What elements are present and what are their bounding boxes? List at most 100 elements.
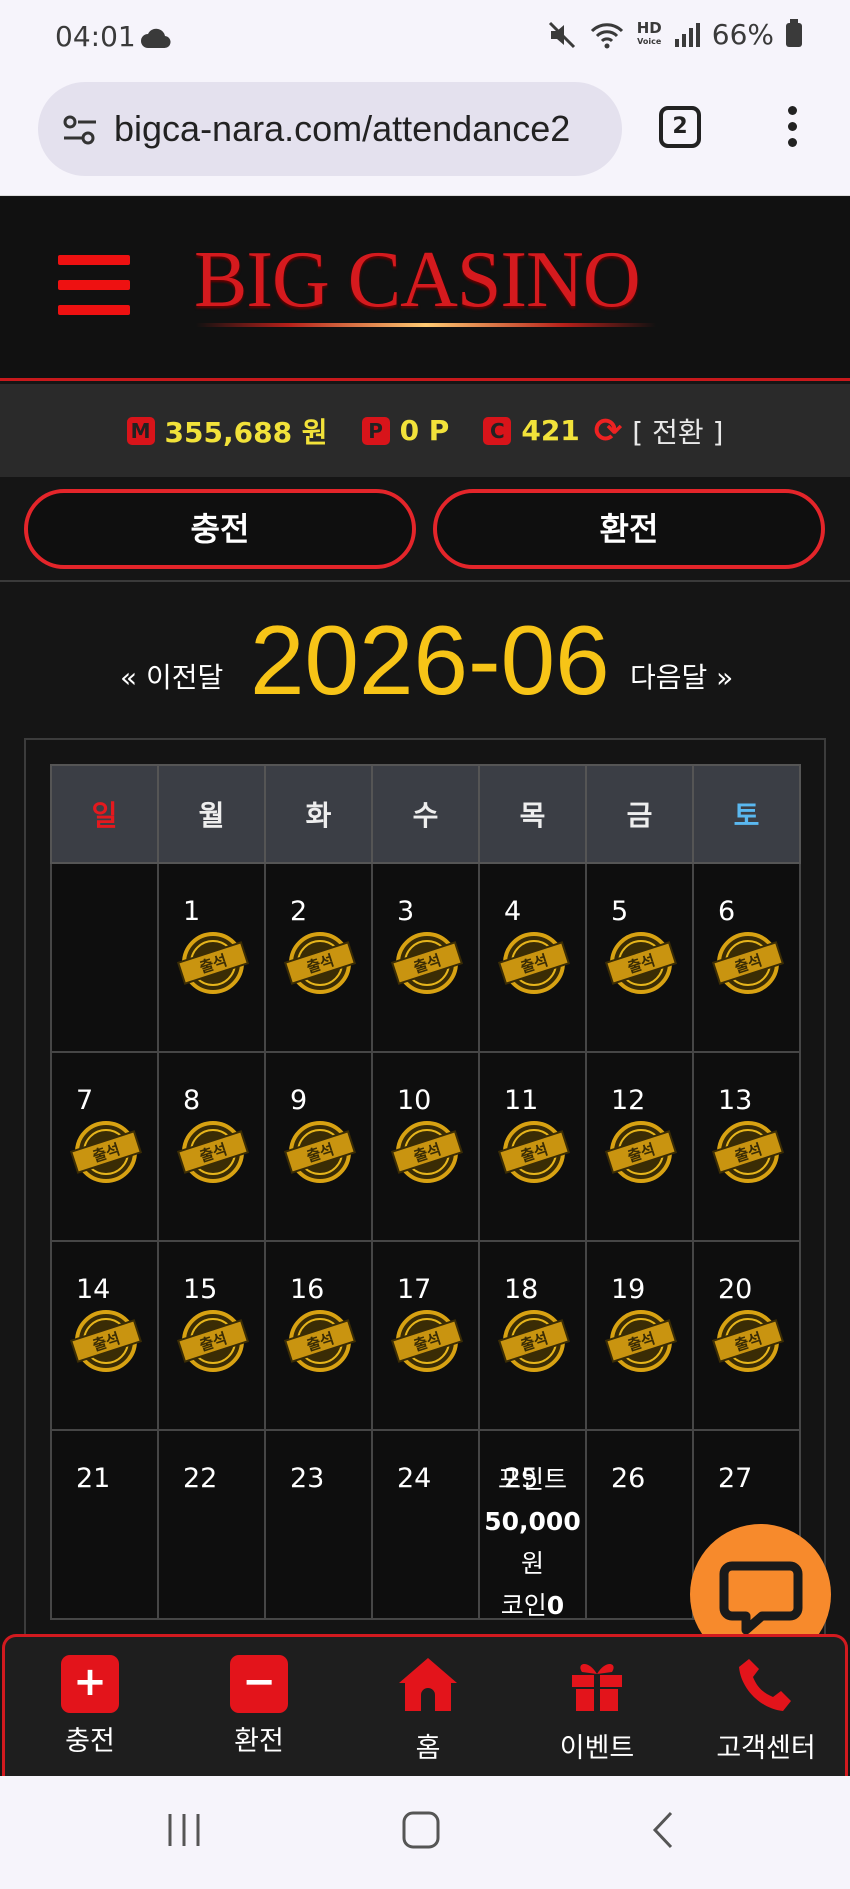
calendar-day[interactable]: 15 출석 [157,1240,266,1431]
browser-toolbar: bigca-nara.com/attendance2 2 [0,72,850,196]
action-buttons: 충전 환전 [0,477,850,582]
recent-apps-icon[interactable] [164,1810,204,1850]
attendance-stamp-icon: 출석 [604,1310,678,1372]
calendar-day[interactable]: 24 [371,1429,480,1620]
tab-switcher-button[interactable]: 2 [659,106,701,148]
calendar-day[interactable]: 12 출석 [585,1051,694,1242]
weekday-thu: 목 [478,764,587,864]
reward-coin-line: 코인0 [500,1591,565,1620]
attendance-stamp-icon: 출석 [283,932,357,994]
minus-icon: − [230,1655,288,1713]
calendar-day[interactable]: 2 출석 [264,862,373,1053]
nav-support[interactable]: 고객센터 [691,1655,841,1765]
site-settings-icon[interactable] [60,110,100,150]
money-tag-icon: M [126,416,155,445]
site-header: BIG CASINO [0,197,850,381]
exchange-button[interactable]: 환전 [433,489,825,569]
home-icon [399,1658,457,1711]
day-number: 7 [76,1085,94,1116]
day-number: 15 [183,1274,218,1305]
weather-cloud-icon [141,28,171,49]
attendance-stamp-icon: 출석 [390,1121,464,1183]
attendance-stamp-icon: 출석 [69,1121,143,1183]
day-number: 24 [397,1463,432,1494]
calendar-day[interactable]: 21 [50,1429,159,1620]
attendance-stamp-icon: 출석 [283,1121,357,1183]
calendar-day[interactable]: 3 출석 [371,862,480,1053]
calendar-day[interactable]: 11 출석 [478,1051,587,1242]
day-number: 6 [718,896,736,927]
nav-exchange[interactable]: − 환전 [184,1655,334,1758]
calendar-day[interactable]: 26 [585,1429,694,1620]
url-text[interactable]: bigca-nara.com/attendance2 [114,108,570,150]
calendar-day[interactable]: 17 출석 [371,1240,480,1431]
logo-underline [196,323,656,327]
bottom-navigation: + 충전 − 환전 홈 이벤트 고객센터 [2,1634,848,1776]
day-number: 21 [76,1463,111,1494]
calendar-day[interactable]: 14 출석 [50,1240,159,1431]
charge-button[interactable]: 충전 [24,489,416,569]
more-menu-icon[interactable] [786,106,798,150]
weekday-header: 일 월 화 수 목 금 토 [50,764,801,864]
nav-charge-label: 충전 [65,1726,115,1757]
calendar-day[interactable]: 25포인트50,000원코인0개 [478,1429,587,1636]
calendar-day[interactable]: 7 출석 [50,1051,159,1242]
calendar-day[interactable]: 5 출석 [585,862,694,1053]
calendar-day[interactable]: 4 출석 [478,862,587,1053]
signal-icon [674,22,700,47]
site-logo[interactable]: BIG CASINO [194,235,641,326]
attendance-stamp-icon: 출석 [604,932,678,994]
point-balance: 0 P [399,414,450,447]
attendance-calendar: 일 월 화 수 목 금 토 1 출석 2 출석 3 출석 4 출석 5 출석 6 출석 7 출석 8 출석 9 출… [24,738,826,1638]
nav-home[interactable]: 홈 [353,1655,503,1765]
address-bar[interactable]: bigca-nara.com/attendance2 [38,82,622,176]
prev-month-link[interactable]: « 이전달 [120,656,223,696]
nav-charge[interactable]: + 충전 [15,1655,165,1758]
calendar-day[interactable]: 6 출석 [692,862,801,1053]
calendar-day[interactable]: 18 출석 [478,1240,587,1431]
weekday-sun: 일 [50,764,159,864]
day-number: 1 [183,896,201,927]
home-button-icon[interactable] [401,1810,441,1850]
nav-event[interactable]: 이벤트 [522,1655,672,1765]
attendance-stamp-icon: 출석 [711,932,785,994]
calendar-week: 7 출석 8 출석 9 출석 10 출석 11 출석 12 출석 13 출석 [50,1051,801,1242]
day-number: 11 [504,1085,539,1116]
next-month-link[interactable]: 다음달 » [630,656,733,696]
attendance-stamp-icon: 출석 [497,1310,571,1372]
day-number: 27 [718,1463,753,1494]
reward-point-label: 포인트 [497,1465,567,1494]
calendar-day[interactable]: 20 출석 [692,1240,801,1431]
attendance-stamp-icon: 출석 [176,932,250,994]
calendar-day[interactable]: 16 출석 [264,1240,373,1431]
day-number: 10 [397,1085,432,1116]
nav-home-label: 홈 [415,1733,441,1764]
balance-bar: M 355,688 원 P 0 P C 421 ⟳ [ 전환 ] [0,384,850,477]
calendar-day[interactable]: 13 출석 [692,1051,801,1242]
day-number: 16 [290,1274,325,1305]
attendance-stamp-icon: 출석 [69,1310,143,1372]
calendar-day[interactable]: 1 출석 [157,862,266,1053]
gift-icon [572,1663,622,1711]
calendar-day[interactable]: 22 [157,1429,266,1620]
day-number: 23 [290,1463,325,1494]
calendar-day[interactable]: 9 출석 [264,1051,373,1242]
calendar-day[interactable]: 10 출석 [371,1051,480,1242]
weekday-mon: 월 [157,764,266,864]
day-number: 2 [290,896,308,927]
attendance-stamp-icon: 출석 [711,1310,785,1372]
hamburger-menu-icon[interactable] [58,255,130,315]
calendar-day[interactable]: 23 [264,1429,373,1620]
attendance-stamp-icon: 출석 [497,1121,571,1183]
refresh-icon[interactable]: ⟳ [594,411,623,451]
calendar-day[interactable]: 8 출석 [157,1051,266,1242]
calendar-day[interactable]: 19 출석 [585,1240,694,1431]
convert-link[interactable]: [ 전환 ] [632,411,723,451]
weekday-wed: 수 [371,764,480,864]
back-icon[interactable] [645,1810,685,1850]
day-number: 9 [290,1085,308,1116]
attendance-stamp-icon: 출석 [176,1310,250,1372]
day-number: 22 [183,1463,218,1494]
attendance-stamp-icon: 출석 [711,1121,785,1183]
day-number: 13 [718,1085,753,1116]
